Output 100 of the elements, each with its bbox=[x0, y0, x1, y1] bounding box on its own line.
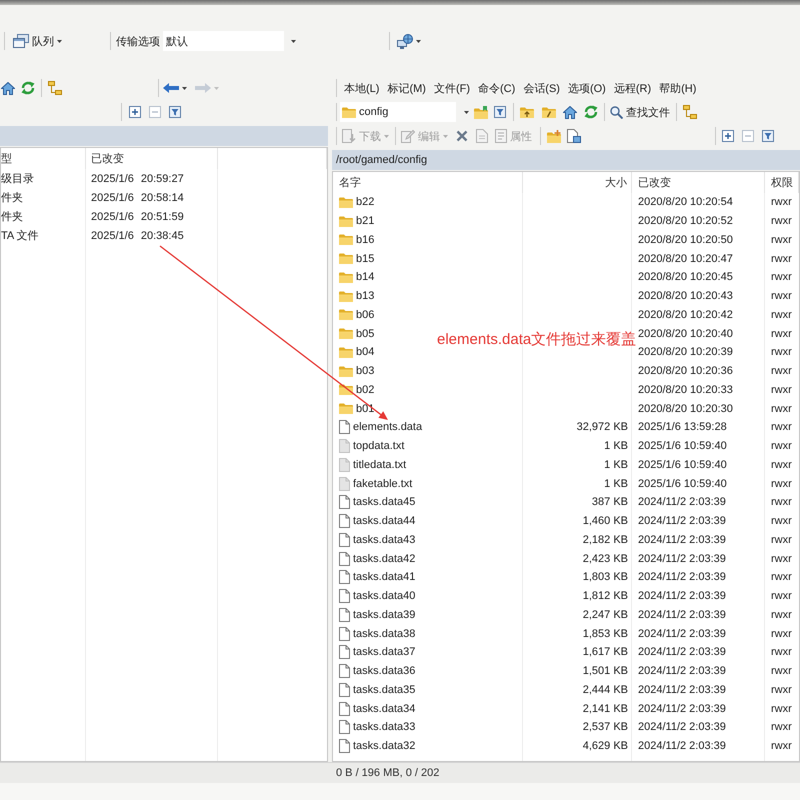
file-icon bbox=[339, 420, 350, 434]
menu-item[interactable]: 标记(M) bbox=[384, 78, 429, 98]
file-size: 1,803 KB bbox=[582, 571, 628, 584]
file-icon bbox=[339, 514, 350, 528]
caret-icon bbox=[214, 86, 219, 90]
permissions: rwxr bbox=[771, 421, 792, 434]
linked-boxes-icon[interactable] bbox=[683, 105, 697, 119]
folder-icon bbox=[339, 216, 353, 227]
file-icon bbox=[339, 589, 350, 604]
permissions: rwxr bbox=[771, 571, 792, 584]
permissions: rwxr bbox=[771, 496, 792, 508]
queue-button[interactable]: 队列 bbox=[11, 31, 64, 51]
file-size: 1 KB bbox=[604, 478, 628, 490]
file-name: tasks.data37 bbox=[353, 646, 416, 658]
file-name: tasks.data45 bbox=[353, 496, 416, 508]
menu-item[interactable]: 会话(S) bbox=[520, 78, 563, 98]
modified-date: 2024/11/2 2:03:39 bbox=[638, 646, 726, 658]
menu-item[interactable]: 文件(F) bbox=[430, 78, 473, 98]
filter-icon[interactable] bbox=[169, 106, 181, 118]
file-size: 387 KB bbox=[592, 496, 628, 508]
modified-date: 2025/1/6 10:59:40 bbox=[638, 458, 727, 471]
menu-item[interactable]: 帮助(H) bbox=[656, 78, 700, 98]
permissions: rwxr bbox=[771, 665, 792, 678]
folder-icon bbox=[339, 196, 353, 208]
annotation-text: elements.data文件拖过来覆盖 bbox=[437, 331, 636, 349]
menu-item[interactable]: 本地(L) bbox=[341, 78, 382, 98]
file-size: 2,247 KB bbox=[582, 608, 628, 621]
permissions: rwxr bbox=[771, 402, 792, 415]
find-files-button[interactable]: 查找文件 bbox=[608, 102, 672, 122]
modified-date: 2025/1/6 10:59:40 bbox=[638, 440, 727, 452]
caret-icon bbox=[182, 86, 187, 90]
menu-item[interactable]: 选项(O) bbox=[564, 78, 609, 98]
file-icon bbox=[339, 532, 350, 547]
linked-boxes-icon[interactable] bbox=[48, 81, 62, 95]
modified-date: 2020/8/20 10:20:42 bbox=[638, 308, 733, 321]
folder-icon bbox=[339, 309, 353, 320]
permissions: rwxr bbox=[771, 252, 792, 265]
file-icon bbox=[339, 608, 350, 622]
permissions: rwxr bbox=[771, 478, 792, 490]
folder-slash-icon[interactable] bbox=[542, 106, 556, 118]
refresh-icon[interactable] bbox=[584, 105, 598, 119]
document-icon[interactable] bbox=[567, 129, 581, 143]
modified-date: 2020/8/20 10:20:45 bbox=[638, 271, 733, 284]
file-name: tasks.data35 bbox=[353, 684, 416, 696]
permissions: rwxr bbox=[771, 308, 792, 321]
permissions: rwxr bbox=[771, 384, 792, 396]
file-name: b21 bbox=[356, 215, 374, 228]
permissions: rwxr bbox=[771, 534, 792, 546]
file-size: 1,853 KB bbox=[582, 628, 628, 640]
refresh-icon[interactable] bbox=[21, 81, 35, 95]
transfer-preset-dropdown[interactable]: 默认 bbox=[163, 31, 297, 51]
permissions: rwxr bbox=[771, 458, 792, 471]
file-name: b01 bbox=[356, 402, 374, 415]
location-dropdown[interactable]: config bbox=[340, 102, 470, 122]
modified-date: 2025/1/6 20:51:59 bbox=[91, 210, 184, 222]
plus-box-icon[interactable] bbox=[722, 130, 734, 142]
file-icon bbox=[339, 495, 350, 510]
modified-date: 2025/1/6 20:58:14 bbox=[91, 192, 184, 204]
permissions: rwxr bbox=[771, 702, 792, 715]
file-name: b22 bbox=[356, 196, 374, 208]
folder-up-icon[interactable] bbox=[520, 106, 534, 118]
file-size: 1,460 KB bbox=[582, 515, 628, 528]
folder-bookmark-icon[interactable] bbox=[474, 106, 488, 118]
file-size: 1,812 KB bbox=[582, 590, 628, 602]
file-icon bbox=[339, 664, 350, 678]
file-name: b02 bbox=[356, 384, 374, 396]
plus-box-icon[interactable] bbox=[129, 106, 141, 118]
menu-item[interactable]: 远程(R) bbox=[610, 78, 654, 98]
modified-date: 2020/8/20 10:20:36 bbox=[638, 365, 733, 378]
file-size: 1 KB bbox=[604, 458, 628, 471]
file-name: faketable.txt bbox=[353, 478, 412, 490]
permissions: rwxr bbox=[771, 646, 792, 658]
delete-icon[interactable] bbox=[456, 130, 468, 142]
file-icon bbox=[339, 682, 350, 697]
filter-icon[interactable] bbox=[762, 130, 774, 142]
file-name: tasks.data36 bbox=[353, 665, 416, 678]
file-name: b16 bbox=[356, 234, 374, 246]
permissions: rwxr bbox=[771, 552, 792, 565]
home-icon[interactable] bbox=[563, 106, 577, 118]
folder-plus-icon[interactable] bbox=[547, 130, 561, 142]
filter-icon[interactable] bbox=[494, 106, 506, 118]
modified-date: 2024/11/2 2:03:39 bbox=[638, 571, 726, 584]
file-size: 2,537 KB bbox=[582, 721, 628, 734]
stacked-windows-icon bbox=[13, 34, 29, 48]
modified-date: 2024/11/2 2:03:39 bbox=[638, 740, 726, 752]
search-icon bbox=[610, 106, 623, 118]
permissions: rwxr bbox=[771, 346, 792, 358]
caret-icon bbox=[291, 40, 296, 42]
modified-date: 2025/1/6 20:38:45 bbox=[91, 230, 184, 242]
permissions: rwxr bbox=[771, 684, 792, 696]
modified-date: 2025/1/6 10:59:40 bbox=[638, 478, 727, 490]
modified-date: 2020/8/20 10:20:39 bbox=[638, 346, 733, 358]
folder-icon bbox=[339, 366, 353, 377]
file-name: tasks.data33 bbox=[353, 721, 416, 734]
folder-icon bbox=[339, 253, 353, 264]
modified-date: 2020/8/20 10:20:43 bbox=[638, 290, 733, 302]
network-menu-button[interactable] bbox=[395, 31, 423, 51]
menu-item[interactable]: 命令(C) bbox=[475, 78, 518, 98]
file-size: 2,182 KB bbox=[582, 534, 628, 546]
home-icon[interactable] bbox=[1, 82, 15, 94]
